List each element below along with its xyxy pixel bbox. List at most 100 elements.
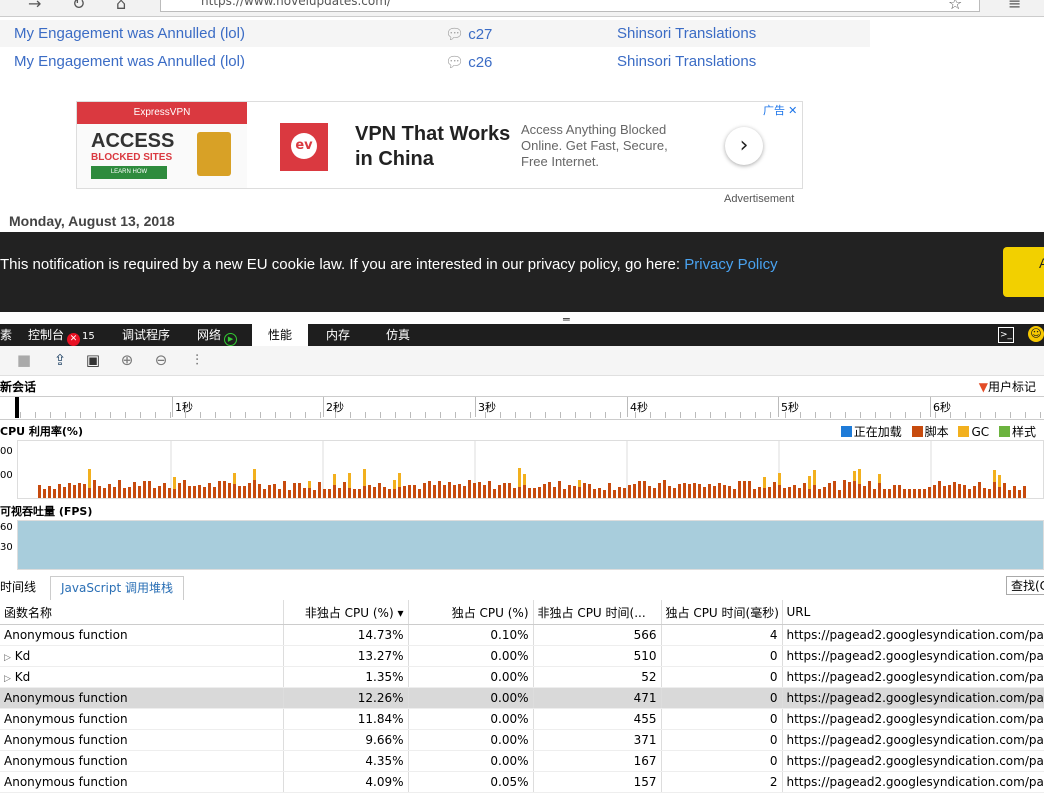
cpu-bar xyxy=(768,487,771,498)
fps-graph[interactable] xyxy=(17,520,1044,570)
table-row[interactable]: Anonymous function 4.35% 0.00% 167 0 https://… xyxy=(0,750,1044,772)
cpu-bar xyxy=(213,487,216,498)
playhead-marker[interactable] xyxy=(15,397,19,418)
cpu-bar xyxy=(143,481,146,498)
col-exclusive-time[interactable]: 独占 CPU 时间(毫秒) xyxy=(661,600,783,625)
col-inclusive-time[interactable]: 非独占 CPU 时间(... xyxy=(533,600,662,625)
table-row[interactable]: ▷ Kd 1.35% 0.00% 52 0 https://pagead2.googles… xyxy=(0,666,1044,688)
minor-tick xyxy=(725,412,726,418)
table-row[interactable]: Anonymous function 9.66% 0.00% 371 0 https://… xyxy=(0,729,1044,751)
cookie-banner: This notification is required by a new E… xyxy=(0,232,1044,312)
cpu-bar xyxy=(378,483,381,498)
group-link[interactable]: Shinsori Translations xyxy=(617,53,756,70)
cpu-bar xyxy=(243,486,246,498)
table-row[interactable]: Anonymous function 14.73% 0.10% 566 4 https:/… xyxy=(0,624,1044,646)
chapter-number: c26 xyxy=(468,54,493,71)
cpu-bar xyxy=(198,485,201,498)
cpu-bar xyxy=(393,489,396,498)
url-cell[interactable]: https://pagead2.googlesyndication.com/pa… xyxy=(782,771,1044,793)
col-exclusive-cpu[interactable]: 独占 CPU (%) xyxy=(408,600,534,625)
ad-blocked-subtitle: BLOCKED SITES xyxy=(91,152,173,163)
url-cell[interactable]: https://pagead2.googlesyndication.com/pa… xyxy=(782,729,1044,751)
minor-tick xyxy=(410,412,411,418)
ad-image[interactable]: ExpressVPN ACCESS BLOCKED SITES LEARN HO… xyxy=(77,102,247,188)
tab-network[interactable]: 网络 ▶ xyxy=(197,324,238,346)
cpu-bar xyxy=(933,485,936,498)
favorite-star-icon[interactable]: ☆ xyxy=(948,0,962,13)
minor-tick xyxy=(350,412,351,418)
close-icon[interactable]: ✕ xyxy=(788,105,797,117)
cpu-utilization-graph[interactable] xyxy=(17,440,1044,499)
smiley-icon[interactable]: ☺ xyxy=(1028,326,1044,342)
user-marks[interactable]: ▼用户标记 xyxy=(979,378,1036,395)
group-link[interactable]: Shinsori Translations xyxy=(617,25,756,42)
stop-icon[interactable]: ■ xyxy=(14,350,34,370)
cpu-bar xyxy=(298,483,301,498)
cpu-bar xyxy=(993,482,996,498)
table-row[interactable]: ▷ Kd 13.27% 0.00% 510 0 https://pagead2.googl… xyxy=(0,645,1044,667)
table-row[interactable]: Anonymous function 11.84% 0.00% 455 0 https:/… xyxy=(0,708,1044,730)
cpu-bar xyxy=(998,487,1001,498)
address-bar[interactable]: https://www.novelupdates.com/ xyxy=(160,0,980,12)
find-input[interactable]: 查找(C xyxy=(1006,576,1044,595)
accept-cookie-button[interactable]: A C xyxy=(1003,247,1044,297)
privacy-policy-link[interactable]: Privacy Policy xyxy=(684,256,777,273)
table-row[interactable]: Anonymous function 4.09% 0.05% 157 2 https://… xyxy=(0,771,1044,793)
url-cell[interactable]: https://pagead2.googlesyndication.com/pa… xyxy=(782,645,1044,667)
inclusive-time-cell: 510 xyxy=(533,645,662,667)
ad-learn-button[interactable]: LEARN HOW xyxy=(91,166,167,179)
cpu-bar xyxy=(388,489,391,498)
clear-chart-icon[interactable]: ⫶ xyxy=(187,350,207,370)
devtools-splitter[interactable]: ═ xyxy=(0,312,1044,326)
col-function-name[interactable]: 函数名称 xyxy=(0,600,284,625)
console-icon[interactable]: >_ xyxy=(998,327,1014,343)
col-url[interactable]: URL xyxy=(782,600,1044,625)
import-icon[interactable]: ⇪ xyxy=(50,350,70,370)
expand-icon[interactable]: ▷ xyxy=(4,674,11,684)
exclusive-cpu-cell: 0.00% xyxy=(408,645,534,667)
tab-timeline[interactable]: 时间线 xyxy=(0,576,46,599)
table-row[interactable]: Anonymous function 12.26% 0.00% 471 0 https:/… xyxy=(0,687,1044,709)
hub-icon[interactable]: ≡ xyxy=(1008,0,1021,13)
series-link[interactable]: My Engagement was Annulled (lol) xyxy=(14,53,245,70)
minor-tick xyxy=(320,412,321,418)
series-link[interactable]: My Engagement was Annulled (lol) xyxy=(14,25,245,42)
minor-tick xyxy=(365,412,366,418)
url-cell[interactable]: https://pagead2.googlesyndication.com/pa… xyxy=(782,624,1044,646)
zoom-in-icon[interactable]: ⊕ xyxy=(117,350,137,370)
chapter-link[interactable]: 💬︎ c26 xyxy=(445,53,492,71)
tab-console[interactable]: 控制台 ✕ 15 xyxy=(28,324,95,346)
url-cell[interactable]: https://pagead2.googlesyndication.com/pa… xyxy=(782,687,1044,709)
minor-tick xyxy=(650,412,651,418)
function-name-cell: Anonymous function xyxy=(0,708,284,730)
chapter-link[interactable]: 💬︎ c27 xyxy=(445,25,492,43)
url-cell[interactable]: https://pagead2.googlesyndication.com/pa… xyxy=(782,666,1044,688)
url-cell[interactable]: https://pagead2.googlesyndication.com/pa… xyxy=(782,750,1044,772)
cpu-bar xyxy=(43,489,46,498)
cpu-legend: 正在加载 脚本 GC 样式 xyxy=(835,423,1036,440)
minor-tick xyxy=(965,412,966,418)
timeline-ruler[interactable]: 1秒 2秒 3秒 4秒 5秒 6秒 xyxy=(0,396,1044,420)
refresh-icon[interactable]: ↻ xyxy=(72,0,85,13)
expand-icon[interactable]: ▷ xyxy=(4,653,11,663)
tab-emulation[interactable]: 仿真 xyxy=(386,324,410,346)
tab-performance[interactable]: 性能 xyxy=(252,324,308,346)
ad-headline[interactable]: VPN That Works in China xyxy=(355,122,515,172)
tab-elements[interactable]: 素 xyxy=(0,324,12,346)
home-icon[interactable]: ⌂ xyxy=(116,0,126,13)
tab-debugger[interactable]: 调试程序 xyxy=(122,324,170,346)
url-cell[interactable]: https://pagead2.googlesyndication.com/pa… xyxy=(782,708,1044,730)
inclusive-cpu-cell: 1.35% xyxy=(283,666,409,688)
cpu-bar xyxy=(678,484,681,498)
save-icon[interactable]: ▣ xyxy=(83,350,103,370)
forward-icon[interactable]: → xyxy=(28,0,41,13)
cpu-bar xyxy=(848,482,851,498)
advertisement-banner[interactable]: ExpressVPN ACCESS BLOCKED SITES LEARN HO… xyxy=(76,101,803,189)
address-url: https://www.novelupdates.com/ xyxy=(201,0,391,8)
chevron-right-icon[interactable]: › xyxy=(725,127,763,165)
tab-memory[interactable]: 内存 xyxy=(326,324,350,346)
zoom-out-icon[interactable]: ⊖ xyxy=(151,350,171,370)
col-inclusive-cpu[interactable]: 非独占 CPU (%) ▾ xyxy=(283,600,409,625)
tab-js-call-stack[interactable]: JavaScript 调用堆栈 xyxy=(50,576,184,601)
ad-choices[interactable]: 广告 ✕ xyxy=(763,102,797,118)
